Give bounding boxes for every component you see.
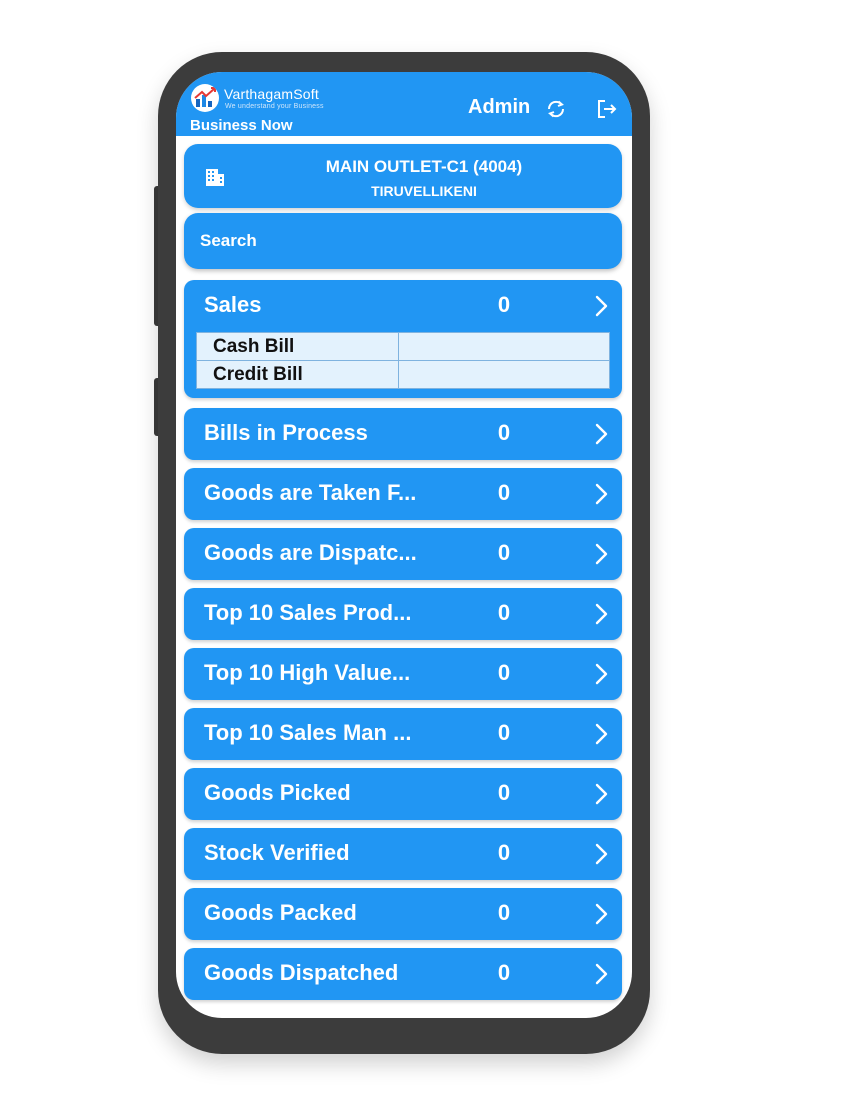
- app-name: Business Now: [190, 117, 293, 134]
- dashboard-item-label: Goods Picked: [204, 780, 351, 805]
- logout-icon[interactable]: [596, 98, 618, 120]
- dashboard-item-label: Goods are Taken F...: [204, 480, 417, 505]
- dashboard-item-label: Goods Dispatched: [204, 960, 399, 985]
- chevron-right-icon[interactable]: [592, 722, 610, 746]
- chevron-right-icon[interactable]: [592, 782, 610, 806]
- logo-icon: [191, 84, 219, 112]
- phone-screen: VarthagamSoft We understand your Busines…: [176, 72, 632, 1018]
- chevron-right-icon[interactable]: [592, 842, 610, 866]
- outlet-card[interactable]: MAIN OUTLET-C1 (4004) TIRUVELLIKENI: [184, 144, 622, 208]
- chevron-right-icon[interactable]: [592, 542, 610, 566]
- dashboard-item-label: Top 10 Sales Man ...: [204, 720, 412, 745]
- chevron-right-icon[interactable]: [592, 902, 610, 926]
- dashboard-item[interactable]: Top 10 Sales Prod... 0: [184, 588, 622, 640]
- search-input[interactable]: [184, 213, 622, 269]
- dashboard-list: Sales 0 Cash Bill Credit Bill Bills in Proce…: [184, 280, 622, 1008]
- dashboard-item[interactable]: Goods are Taken F... 0: [184, 468, 622, 520]
- table-row[interactable]: Credit Bill: [196, 360, 610, 389]
- dashboard-item-count: 0: [497, 960, 511, 985]
- sub-row-label: Cash Bill: [196, 332, 399, 361]
- sub-row-value: [398, 360, 610, 389]
- dashboard-item[interactable]: Bills in Process 0: [184, 408, 622, 460]
- sub-row-label: Credit Bill: [196, 360, 399, 389]
- dashboard-item-count: 0: [497, 292, 511, 317]
- dashboard-item-label: Bills in Process: [204, 420, 368, 445]
- dashboard-item-count: 0: [497, 420, 511, 445]
- app-header: VarthagamSoft We understand your Busines…: [176, 72, 632, 136]
- dashboard-item-count: 0: [497, 840, 511, 865]
- table-row[interactable]: Cash Bill: [196, 332, 610, 361]
- dashboard-item-label: Stock Verified: [204, 840, 350, 865]
- chevron-right-icon[interactable]: [592, 662, 610, 686]
- dashboard-item[interactable]: Goods are Dispatc... 0: [184, 528, 622, 580]
- dashboard-item-count: 0: [497, 900, 511, 925]
- outlet-title: MAIN OUTLET-C1 (4004): [325, 157, 523, 176]
- chevron-right-icon[interactable]: [592, 482, 610, 506]
- dashboard-item-label: Goods are Dispatc...: [204, 540, 417, 565]
- user-name: Admin: [468, 96, 531, 118]
- dashboard-item[interactable]: Sales 0 Cash Bill Credit Bill: [184, 280, 622, 398]
- dashboard-content: MAIN OUTLET-C1 (4004) TIRUVELLIKENI Sale…: [176, 136, 632, 1018]
- building-icon: [204, 165, 226, 187]
- dashboard-item[interactable]: Top 10 Sales Man ... 0: [184, 708, 622, 760]
- dashboard-item[interactable]: Goods Packed 0: [184, 888, 622, 940]
- chevron-right-icon[interactable]: [592, 294, 610, 318]
- outlet-location: TIRUVELLIKENI: [371, 183, 477, 199]
- dashboard-item-count: 0: [497, 480, 511, 505]
- device-mockup: VarthagamSoft We understand your Busines…: [0, 0, 856, 1096]
- dashboard-item-label: Top 10 High Value...: [204, 660, 411, 685]
- brand-name: VarthagamSoft: [224, 86, 319, 102]
- dashboard-item[interactable]: Stock Verified 0: [184, 828, 622, 880]
- dashboard-item-count: 0: [497, 780, 511, 805]
- chevron-right-icon[interactable]: [592, 602, 610, 626]
- dashboard-item-label: Goods Packed: [204, 900, 357, 925]
- dashboard-item[interactable]: Top 10 High Value... 0: [184, 648, 622, 700]
- dashboard-item-label: Sales: [204, 292, 262, 317]
- dashboard-item-count: 0: [497, 540, 511, 565]
- refresh-icon[interactable]: [545, 98, 567, 120]
- dashboard-item[interactable]: Goods Dispatched 0: [184, 948, 622, 1000]
- chevron-right-icon[interactable]: [592, 962, 610, 986]
- chevron-right-icon[interactable]: [592, 422, 610, 446]
- dashboard-item-count: 0: [497, 660, 511, 685]
- dashboard-item[interactable]: Goods Picked 0: [184, 768, 622, 820]
- dashboard-item-count: 0: [497, 600, 511, 625]
- brand-tagline: We understand your Business: [225, 103, 324, 110]
- sales-breakdown-table: Cash Bill Credit Bill: [196, 332, 610, 389]
- dashboard-item-label: Top 10 Sales Prod...: [204, 600, 412, 625]
- sub-row-value: [398, 332, 610, 361]
- dashboard-item-count: 0: [497, 720, 511, 745]
